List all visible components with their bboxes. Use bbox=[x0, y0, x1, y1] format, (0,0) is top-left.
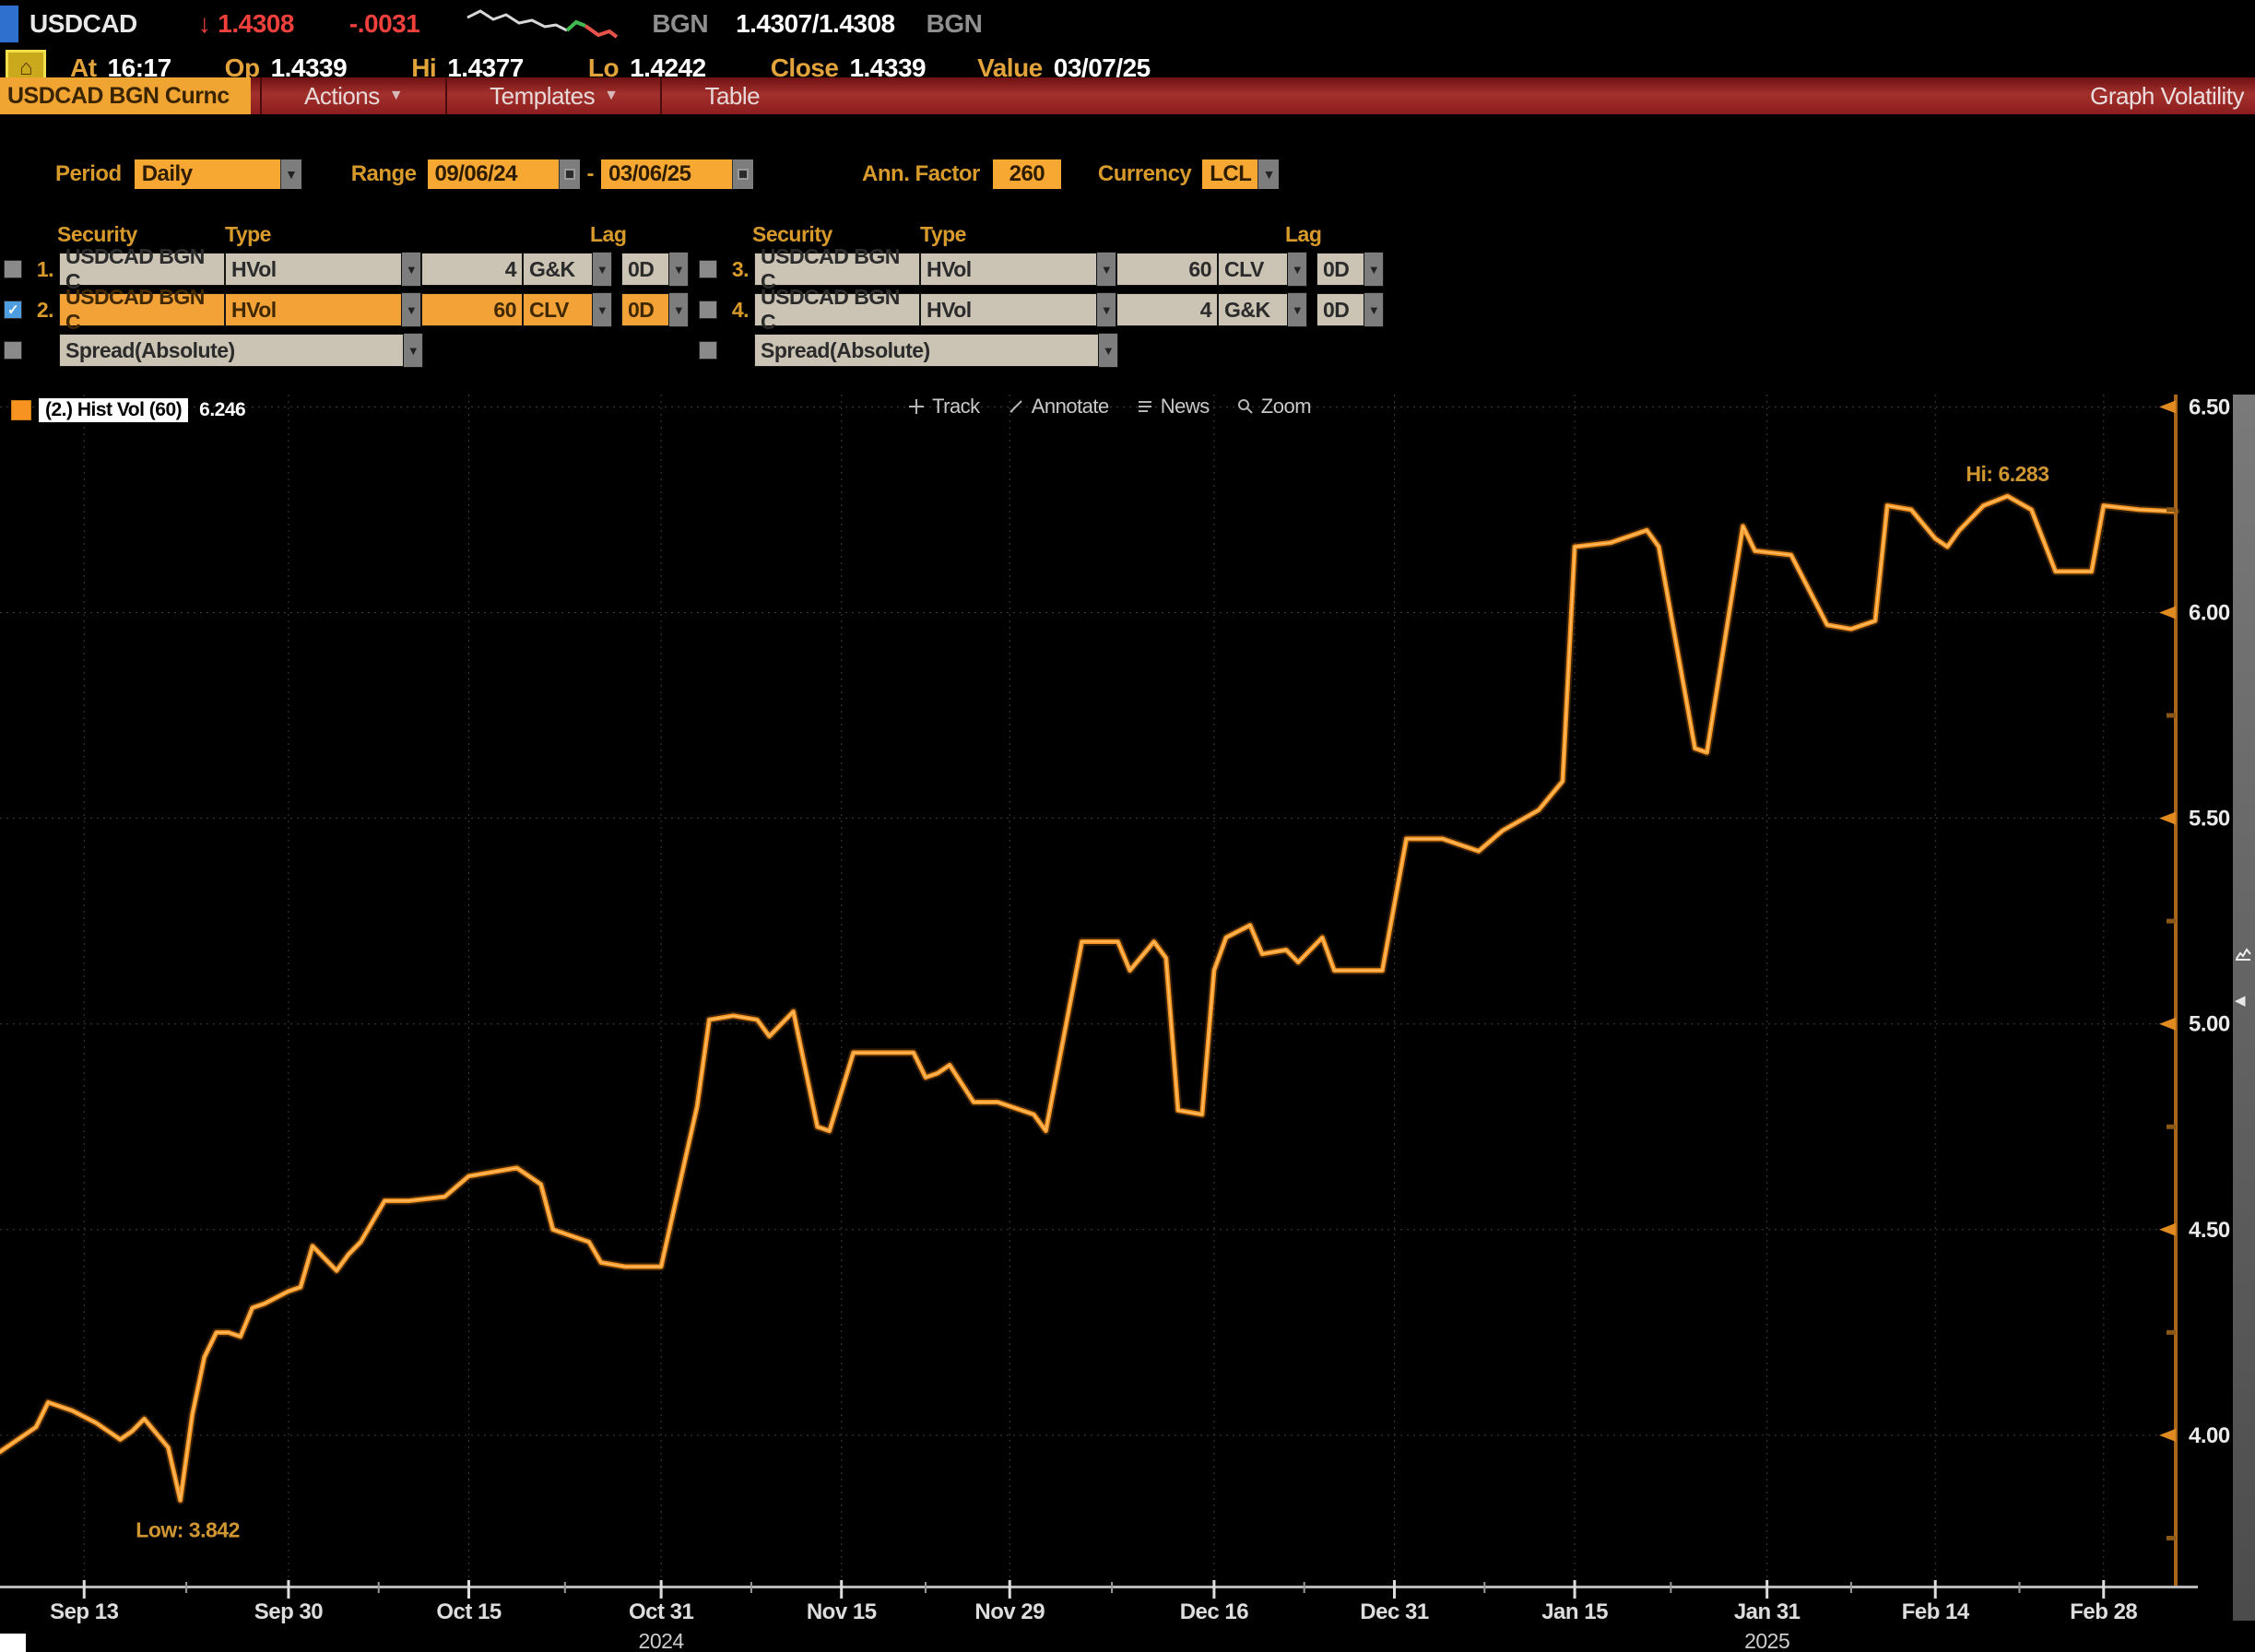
chart-legend: (2.) Hist Vol (60) 6.246 bbox=[11, 398, 245, 422]
svg-text:4.50: 4.50 bbox=[2189, 1218, 2230, 1243]
annotate-label: Annotate bbox=[1032, 395, 1109, 419]
svg-text:6.00: 6.00 bbox=[2189, 600, 2230, 625]
news-label: News bbox=[1161, 395, 1210, 419]
svg-text:Jan 31: Jan 31 bbox=[1734, 1599, 1800, 1624]
legend-swatch bbox=[11, 400, 31, 420]
svg-text:Low: 3.842: Low: 3.842 bbox=[136, 1517, 240, 1541]
svg-text:Nov 29: Nov 29 bbox=[974, 1599, 1045, 1624]
svg-text:2024: 2024 bbox=[639, 1629, 685, 1652]
corner-box bbox=[0, 1634, 26, 1652]
chart-toolbar: Track Annotate News Zoom bbox=[908, 395, 1339, 419]
svg-text:Sep 13: Sep 13 bbox=[50, 1599, 119, 1624]
news-button[interactable]: News bbox=[1137, 395, 1210, 419]
track-label: Track bbox=[932, 395, 980, 419]
svg-text:Oct 31: Oct 31 bbox=[629, 1599, 694, 1624]
bloomberg-terminal-screen: 4.00 4.50 5.00 5.50 6.00 6.50 Sep 13 Sep 30 Oct … bbox=[0, 0, 2255, 1652]
chart-scrollbar[interactable]: ◀ bbox=[2233, 395, 2255, 1621]
volatility-chart: 4.00 4.50 5.00 5.50 6.00 6.50 Sep 13 Sep 30 Oct … bbox=[0, 0, 2255, 1652]
news-icon bbox=[1137, 398, 1153, 415]
svg-text:Oct 15: Oct 15 bbox=[436, 1599, 502, 1624]
magnifier-icon bbox=[1237, 398, 1254, 415]
svg-text:Feb 14: Feb 14 bbox=[1902, 1599, 1970, 1624]
collapse-arrow-icon[interactable]: ◀ bbox=[2235, 992, 2245, 1009]
svg-text:Hi: 6.283: Hi: 6.283 bbox=[1966, 462, 2048, 486]
legend-label[interactable]: (2.) Hist Vol (60) bbox=[39, 398, 188, 422]
zoom-label: Zoom bbox=[1261, 395, 1311, 419]
svg-text:2025: 2025 bbox=[1744, 1629, 1789, 1652]
svg-text:6.50: 6.50 bbox=[2189, 395, 2230, 419]
svg-text:Jan 15: Jan 15 bbox=[1541, 1599, 1608, 1624]
svg-text:5.50: 5.50 bbox=[2189, 807, 2230, 832]
zoom-button[interactable]: Zoom bbox=[1237, 395, 1311, 419]
svg-text:Sep 30: Sep 30 bbox=[254, 1599, 324, 1624]
svg-text:Dec 31: Dec 31 bbox=[1360, 1599, 1429, 1624]
annotate-button[interactable]: Annotate bbox=[1008, 395, 1109, 419]
svg-text:5.00: 5.00 bbox=[2189, 1012, 2230, 1037]
mini-chart-icon[interactable] bbox=[2235, 946, 2251, 961]
pencil-icon bbox=[1008, 398, 1024, 415]
legend-last-value: 6.246 bbox=[199, 399, 245, 421]
svg-text:Dec 16: Dec 16 bbox=[1180, 1599, 1249, 1624]
svg-text:Nov 15: Nov 15 bbox=[807, 1599, 877, 1624]
crosshair-icon bbox=[908, 398, 925, 415]
track-button[interactable]: Track bbox=[908, 395, 980, 419]
svg-text:4.00: 4.00 bbox=[2189, 1423, 2230, 1448]
svg-text:Feb 28: Feb 28 bbox=[2070, 1599, 2137, 1624]
